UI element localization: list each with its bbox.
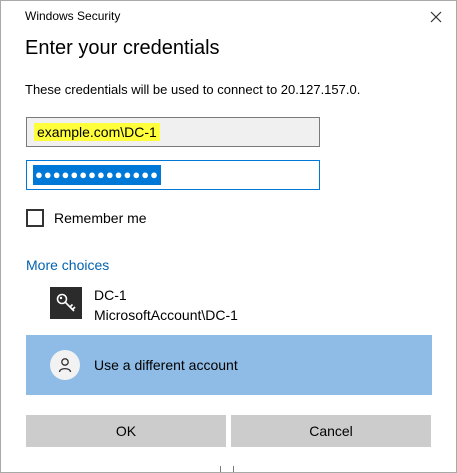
password-value: ●●●●●●●●●●●●●●	[33, 165, 161, 185]
dialog-heading: Enter your credentials	[25, 37, 220, 59]
credentials-dialog: Windows Security Enter your credentials …	[0, 0, 457, 473]
account-subtitle: MicrosoftAccount\DC-1	[94, 307, 238, 323]
use-different-account-option[interactable]: Use a different account	[26, 335, 432, 395]
cancel-button[interactable]: Cancel	[231, 415, 431, 447]
username-field[interactable]: example.com\DC-1	[26, 117, 320, 147]
title-bar: Windows Security	[1, 1, 456, 33]
key-icon	[50, 287, 82, 319]
remember-me-checkbox[interactable]	[26, 209, 44, 227]
resize-grip	[220, 466, 234, 472]
remember-me-row[interactable]: Remember me	[26, 209, 147, 227]
person-icon	[50, 350, 80, 380]
account-name: DC-1	[94, 287, 127, 303]
username-value: example.com\DC-1	[34, 123, 160, 141]
ok-button[interactable]: OK	[26, 415, 226, 447]
account-option-dc1[interactable]: DC-1 MicrosoftAccount\DC-1	[26, 283, 432, 329]
close-button[interactable]	[422, 5, 450, 29]
use-different-account-label: Use a different account	[94, 357, 238, 373]
remember-me-label: Remember me	[54, 210, 147, 226]
window-title: Windows Security	[25, 9, 121, 23]
close-icon	[430, 11, 442, 23]
password-field[interactable]: ●●●●●●●●●●●●●●	[26, 160, 320, 190]
dialog-description: These credentials will be used to connec…	[25, 82, 361, 97]
more-choices-link[interactable]: More choices	[26, 257, 109, 273]
